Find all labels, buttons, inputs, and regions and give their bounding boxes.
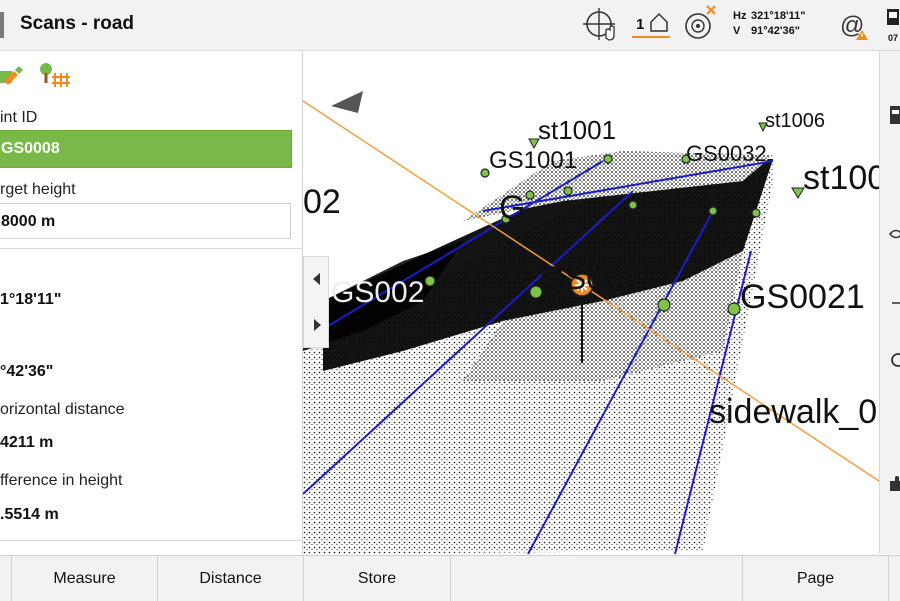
face-indicator: 1 (636, 16, 645, 33)
height-difference-value: .5514 m (0, 506, 59, 523)
prism-target-icon[interactable] (680, 0, 720, 50)
puzzle-icon (890, 476, 900, 491)
label-gs0032: GS0032 (686, 141, 767, 166)
connection-warning-icon[interactable]: @ (836, 0, 872, 50)
label-g: G (499, 189, 526, 227)
battery-level: 07 (888, 33, 899, 43)
point-id-field[interactable]: GS0008 (0, 130, 292, 168)
tool-strip-icons (889, 106, 900, 491)
zoom-icon (891, 353, 900, 367)
collapse-arrows (313, 273, 321, 331)
height-difference-label: fference in height (0, 472, 123, 489)
softkey-bar: Measure Distance Store Page (0, 555, 900, 601)
horizontal-distance-value: 4211 m (0, 434, 54, 451)
panel-divider-bottom (0, 540, 302, 541)
tree-fence-icon (40, 63, 70, 87)
eye-icon (889, 229, 900, 239)
target-height-field[interactable]: 8000 m (0, 203, 291, 239)
hz-label: Hz (733, 10, 747, 22)
title-bar: Scans - road 1 Hz 321°18'11" V 91°42'36" @… (0, 0, 900, 51)
home-icon[interactable] (646, 0, 676, 50)
softkey-left-edge[interactable] (0, 556, 12, 601)
store-button[interactable]: Store (304, 556, 451, 601)
face-underline (632, 36, 670, 38)
label-sidewalk: sidewalk_0 (709, 393, 878, 431)
measure-button[interactable]: Measure (12, 556, 158, 601)
angle-readout: Hz 321°18'11" V 91°42'36" (733, 9, 805, 39)
panel-divider (0, 248, 302, 249)
label-gs1001: GS1001 (489, 147, 578, 174)
panel-collapse-tab (303, 256, 329, 348)
left-panel: int ID GS0008 rget height 8000 m 1°18'11… (0, 51, 303, 554)
label-gs0021: GS0021 (740, 278, 865, 316)
label-st100x: st100 (803, 159, 879, 197)
app-title: Scans - road (20, 13, 135, 34)
page-button[interactable]: Page (743, 556, 889, 601)
label-gs0018: GS0018 (540, 260, 658, 296)
horizontal-distance-label: orizontal distance (0, 401, 125, 418)
v-label: V (733, 25, 741, 37)
clipboard-icon (890, 106, 900, 124)
point-id-label: int ID (0, 109, 38, 126)
title-accent (0, 12, 4, 38)
label-gs002x: GS002 (331, 276, 425, 309)
point-id-value: GS0008 (1, 140, 60, 157)
target-height-value: 8000 m (1, 213, 56, 230)
north-arrow-icon (331, 91, 363, 113)
v-value: 91°42'36" (751, 25, 800, 37)
target-height-label: rget height (0, 181, 76, 198)
label-st1001: st1001 (538, 115, 617, 145)
label-st1006: st1006 (765, 110, 826, 132)
panel-tab-icons (0, 63, 70, 87)
hz-field-value: 1°18'11" (0, 291, 62, 308)
point-cloud-view[interactable]: st1001 st1006 GS1001 GS0032 st100 02 G G… (303, 51, 879, 554)
v-field-value: °42'36" (0, 363, 54, 380)
label-left-02: 02 (303, 183, 341, 221)
softkey-right-edge[interactable] (889, 556, 900, 601)
chevron-right-icon[interactable] (314, 319, 321, 331)
edit-point-icon (0, 66, 23, 85)
distance-button[interactable]: Distance (158, 556, 304, 601)
crosshair-hand-icon[interactable] (582, 0, 622, 50)
chevron-left-icon[interactable] (313, 273, 320, 285)
right-tool-strip (879, 51, 900, 554)
hz-value: 321°18'11" (751, 10, 806, 22)
empty-softkey[interactable] (451, 556, 743, 601)
